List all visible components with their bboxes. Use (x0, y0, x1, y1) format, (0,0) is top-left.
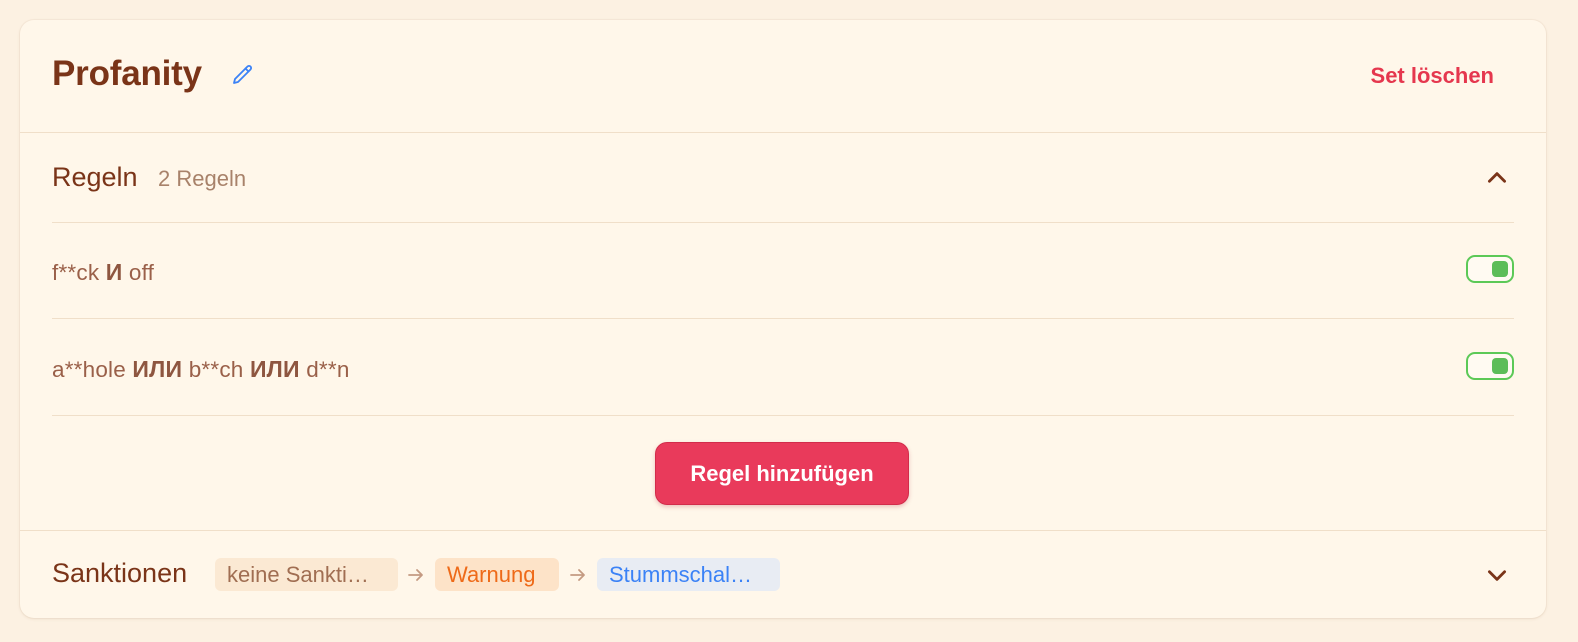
arrow-right-icon (408, 569, 423, 581)
toggle-knob (1492, 261, 1508, 277)
rule-operator: ИЛИ (249, 356, 300, 382)
rule-term: off (128, 260, 155, 285)
chevron-down-icon[interactable] (1484, 562, 1510, 588)
pencil-icon[interactable] (231, 63, 255, 87)
arrow-right-icon (570, 569, 585, 581)
sanction-chip-warning: Warnung (435, 558, 559, 591)
rules-section: Regeln 2 Regeln f**ck И off a**hole ИЛИ … (20, 133, 1546, 531)
rules-title: Regeln (52, 162, 138, 192)
sanctions-title: Sanktionen (52, 558, 188, 588)
rule-enabled-toggle[interactable] (1466, 255, 1514, 283)
rule-term: b**ch (188, 357, 244, 382)
rule-operator: ИЛИ (132, 356, 183, 382)
rule-term: a**hole (52, 357, 126, 382)
sanction-chip-mute: Stummschal… (597, 558, 780, 591)
sanctions-section-toggle[interactable]: Sanktionen keine Sankti… Warnung Stummsc… (20, 530, 1546, 618)
rule-row: a**hole ИЛИ b**ch ИЛИ d**n (52, 319, 1514, 416)
add-rule-button[interactable]: Regel hinzufügen (655, 442, 909, 505)
rule-row: f**ck И off (52, 222, 1514, 319)
rules-count: 2 Regeln (158, 166, 247, 191)
rule-enabled-toggle[interactable] (1466, 352, 1514, 380)
rules-section-toggle[interactable]: Regeln 2 Regeln (52, 133, 1514, 223)
sanction-chip-none: keine Sankti… (215, 558, 398, 591)
rule-term: f**ck (52, 260, 100, 285)
toggle-knob (1492, 358, 1508, 374)
card-header: Profanity Set löschen (20, 20, 1546, 133)
delete-set-button[interactable]: Set löschen (1371, 63, 1494, 89)
rule-set-card: Profanity Set löschen Regeln 2 Regeln f*… (20, 20, 1546, 618)
chevron-up-icon[interactable] (1484, 165, 1510, 191)
rule-operator: И (105, 259, 123, 285)
set-title: Profanity (52, 54, 202, 93)
rule-expression[interactable]: a**hole ИЛИ b**ch ИЛИ d**n (52, 356, 350, 383)
rule-expression[interactable]: f**ck И off (52, 259, 154, 286)
rule-term: d**n (306, 357, 350, 382)
